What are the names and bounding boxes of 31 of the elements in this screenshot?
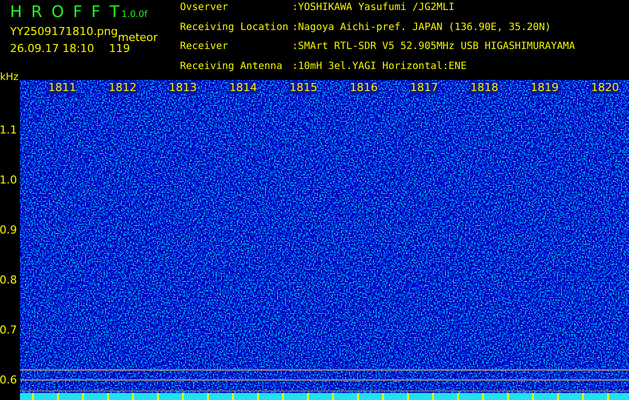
frequency-unit: kHz [0, 72, 19, 83]
frequency-label: 0.6 [0, 374, 17, 386]
app-title: H R O F F T [10, 2, 122, 21]
frequency-label: 0.8 [0, 274, 17, 286]
event-type: meteor [118, 31, 158, 44]
frequency-label: 0.7 [0, 324, 17, 336]
time-label: 1820 [590, 81, 619, 94]
info-label: Ovserver [180, 2, 230, 15]
time-label: 1816 [350, 81, 378, 94]
frequency-label: 0.9 [0, 224, 17, 236]
version-label: 1.0.0f [121, 10, 148, 20]
frequency-label: 1.0 [0, 174, 17, 186]
file-name: YY2509171810.png [10, 25, 118, 38]
time-label: 1812 [108, 81, 137, 94]
time-label: 1815 [289, 81, 318, 94]
time-label: 1813 [168, 81, 197, 94]
time-label: 1811 [48, 81, 76, 94]
event-count: 119 [109, 42, 131, 55]
time-label: 1818 [470, 81, 498, 94]
frequency-label: 1.1 [0, 124, 17, 136]
info-value: :Nagoya Aichi-pref. JAPAN (136.90E, 35.20N) [292, 22, 552, 34]
info-value: :SMArt RTL-SDR V5 52.905MHz USB HIGASHIMURAYAMA [292, 41, 575, 54]
time-label: 1814 [229, 81, 258, 94]
info-value: :10mH 3el.YAGI Horizontal:ENE [292, 60, 468, 74]
info-label: Receiving Location [180, 22, 290, 34]
info-label: Receiver [180, 41, 230, 54]
info-value: :YOSHIKAWA Yasufumi /JG2MLI [292, 2, 456, 15]
time-label: 1817 [410, 81, 438, 94]
time-label: 1819 [530, 81, 559, 94]
timestamp: 26.09.17 18:10 [10, 42, 94, 55]
info-label: Receiving Antenna [180, 60, 284, 74]
